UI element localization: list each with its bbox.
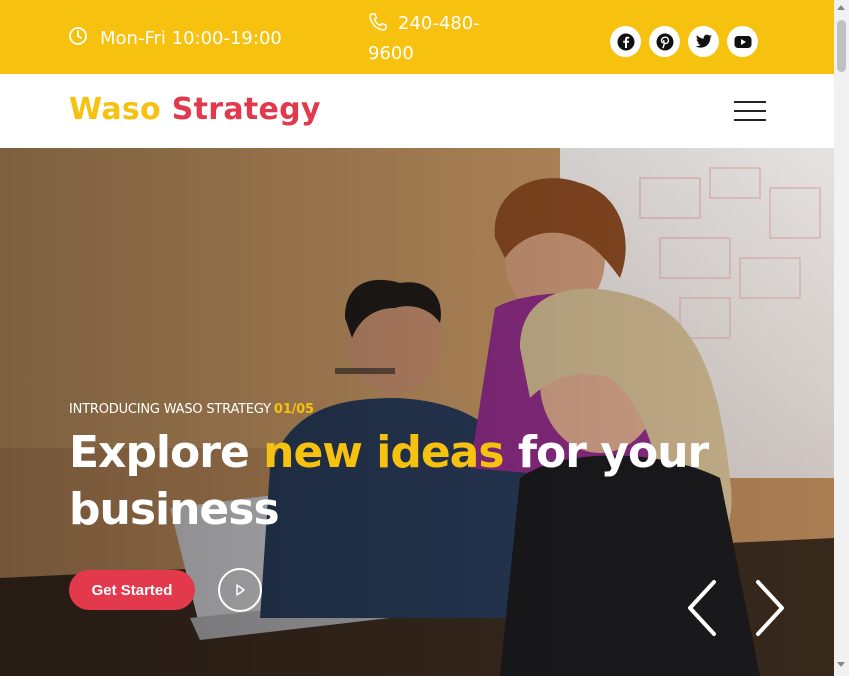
page: Mon-Fri 10:00-19:00 240-480-9600 Waso St… xyxy=(0,0,834,676)
play-icon[interactable] xyxy=(218,568,262,612)
site-header: Waso Strategy xyxy=(0,74,834,149)
top-bar: Mon-Fri 10:00-19:00 240-480-9600 xyxy=(0,0,834,74)
hero-kicker: INTRODUCING WASO STRATEGY 01/05 xyxy=(69,402,314,417)
headline-part-1: Explore xyxy=(69,427,250,478)
phone-number[interactable]: 240-480-9600 xyxy=(368,10,518,67)
twitter-icon[interactable] xyxy=(688,26,719,57)
hero-headline: Explore new ideas for your business xyxy=(69,424,709,538)
business-hours: Mon-Fri 10:00-19:00 xyxy=(68,26,282,51)
clock-icon xyxy=(68,26,88,51)
get-started-button[interactable]: Get Started xyxy=(69,570,195,610)
scrollbar[interactable] xyxy=(834,0,849,676)
social-links xyxy=(610,26,758,57)
chevron-right-icon[interactable] xyxy=(752,578,788,638)
logo[interactable]: Waso Strategy xyxy=(69,92,321,127)
kicker-text: INTRODUCING WASO STRATEGY xyxy=(69,402,271,417)
scroll-down-arrow-icon[interactable] xyxy=(837,662,845,667)
scrollbar-thumb[interactable] xyxy=(837,20,846,72)
headline-highlight: new ideas xyxy=(263,427,504,478)
phone-icon xyxy=(368,12,388,40)
hamburger-menu-icon[interactable] xyxy=(734,101,766,121)
logo-part-1: Waso xyxy=(69,92,161,127)
logo-part-2: Strategy xyxy=(171,92,321,127)
slide-counter: 01/05 xyxy=(273,402,314,417)
youtube-icon[interactable] xyxy=(727,26,758,57)
hero-slider: INTRODUCING WASO STRATEGY 01/05 Explore n… xyxy=(0,148,834,676)
facebook-icon[interactable] xyxy=(610,26,641,57)
pinterest-icon[interactable] xyxy=(649,26,680,57)
scroll-up-arrow-icon[interactable] xyxy=(837,5,845,10)
chevron-left-icon[interactable] xyxy=(684,578,720,638)
hours-text: Mon-Fri 10:00-19:00 xyxy=(100,28,282,49)
